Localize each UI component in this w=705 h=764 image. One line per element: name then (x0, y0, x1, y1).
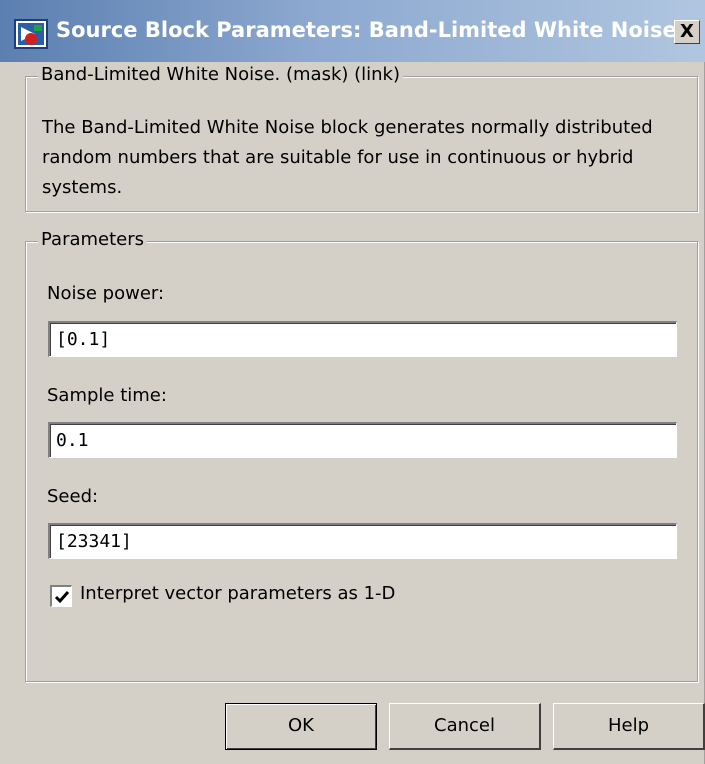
sample-time-input[interactable] (48, 422, 677, 458)
description-group: Band-Limited White Noise. (mask) (link) … (25, 64, 698, 212)
parameters-legend: Parameters (38, 229, 148, 250)
noise-power-label: Noise power: (47, 283, 165, 304)
interpret-vector-checkbox[interactable] (50, 585, 72, 607)
close-button[interactable]: X (674, 20, 700, 44)
parameters-group: Parameters Noise power: Sample time: See… (25, 229, 698, 682)
help-button[interactable]: Help (553, 703, 705, 750)
window-title: Source Block Parameters: Band-Limited Wh… (56, 18, 677, 42)
block-parameters-dialog: Source Block Parameters: Band-Limited Wh… (0, 0, 705, 764)
ok-button[interactable]: OK (225, 703, 377, 750)
seed-label: Seed: (47, 486, 99, 507)
sample-time-label: Sample time: (47, 385, 167, 406)
interpret-vector-label[interactable]: Interpret vector parameters as 1-D (80, 583, 395, 604)
checkmark-icon (54, 591, 70, 604)
title-bar[interactable]: Source Block Parameters: Band-Limited Wh… (0, 0, 705, 62)
simulink-block-icon (14, 19, 48, 49)
description-text: The Band-Limited White Noise block gener… (42, 117, 653, 198)
cancel-button[interactable]: Cancel (389, 703, 541, 750)
noise-power-input[interactable] (48, 321, 677, 357)
seed-input[interactable] (48, 523, 677, 559)
description-legend: Band-Limited White Noise. (mask) (link) (38, 64, 403, 85)
